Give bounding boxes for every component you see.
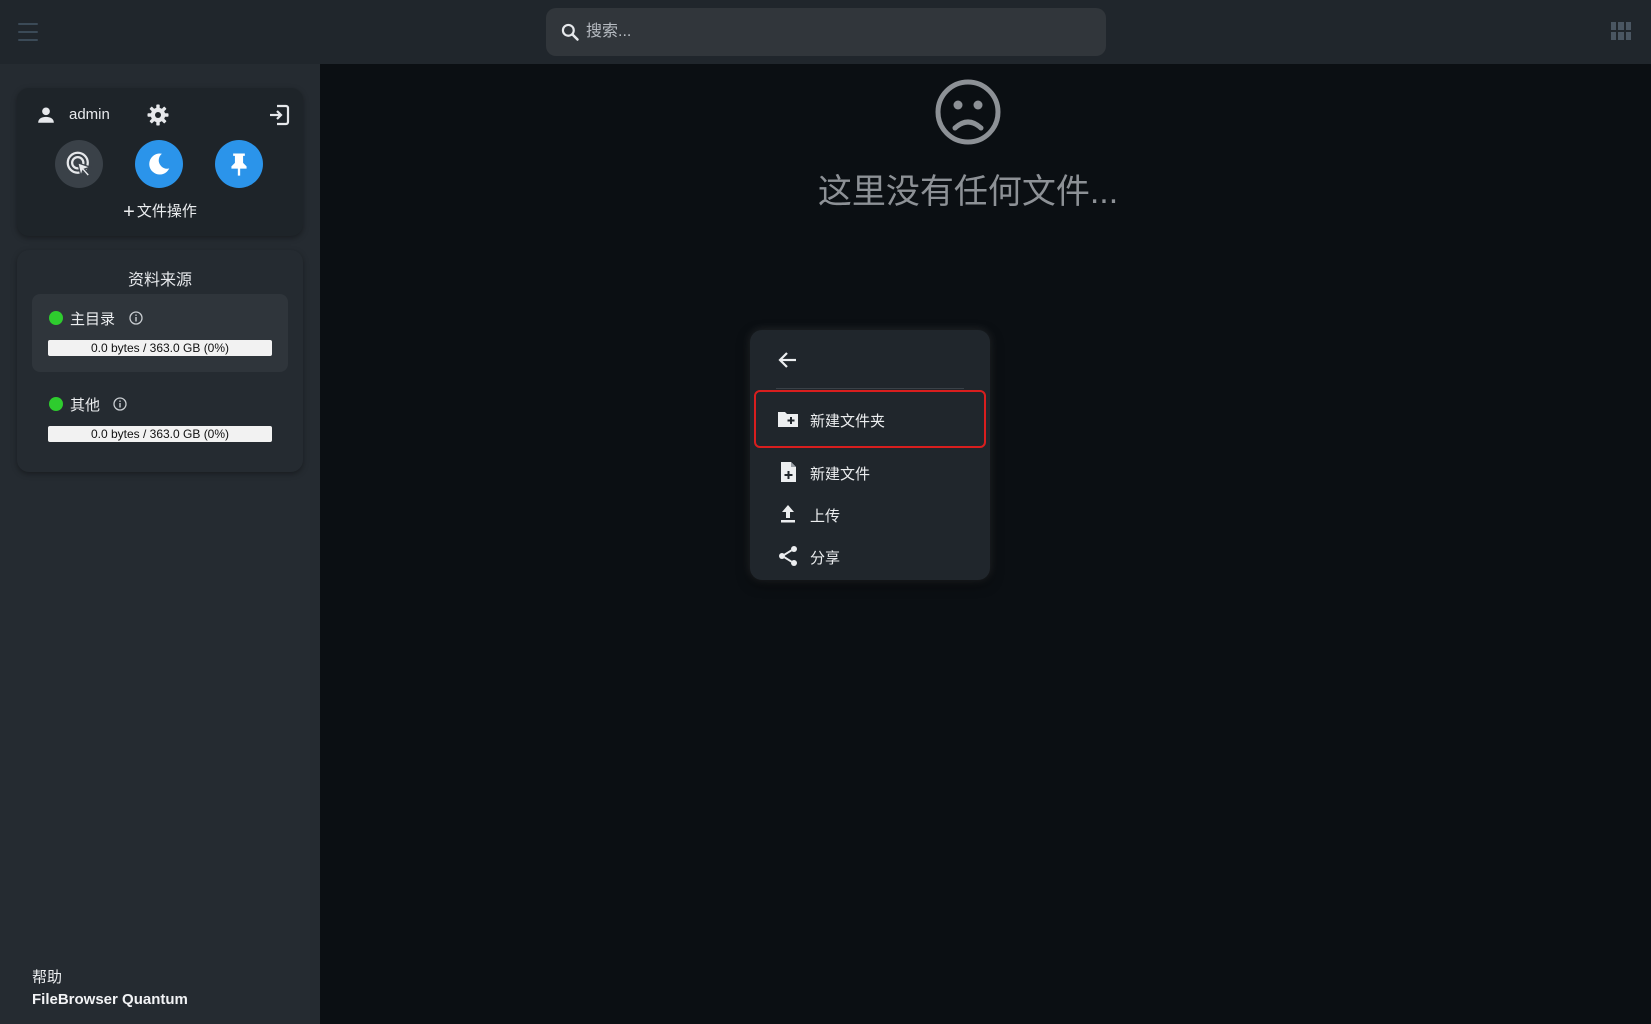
pin-sidebar-button[interactable] <box>215 140 263 188</box>
menu-item-label: 分享 <box>810 550 841 567</box>
search-icon <box>561 23 579 41</box>
grid-view-icon[interactable] <box>1611 22 1631 40</box>
search-input[interactable] <box>584 22 1064 42</box>
share-icon <box>779 546 797 566</box>
menu-divider <box>776 388 964 389</box>
file-operations-menu: 新建文件夹 新建文件 上传 分享 <box>750 330 990 580</box>
usage-bar: 0.0 bytes / 363.0 GB (0%) <box>48 426 272 442</box>
help-link[interactable]: 帮助 <box>32 966 62 987</box>
menu-item-new-folder[interactable]: 新建文件夹 <box>754 390 986 448</box>
file-operations-label: 文件操作 <box>136 203 197 220</box>
upload-icon <box>781 505 795 523</box>
source-item-home[interactable]: 主目录 0.0 bytes / 363.0 GB (0%) <box>32 294 288 372</box>
sad-face-icon <box>935 79 1001 145</box>
top-bar <box>0 0 1651 64</box>
logout-icon[interactable] <box>267 103 291 127</box>
source-item-other[interactable]: 其他 0.0 bytes / 363.0 GB (0%) <box>32 380 288 458</box>
arrow-back-icon[interactable] <box>776 348 800 372</box>
usage-text: 0.0 bytes / 363.0 GB (0%) <box>90 341 230 355</box>
plus-icon: + <box>123 201 135 223</box>
status-dot <box>49 397 63 411</box>
touch-click-icon <box>66 151 93 179</box>
empty-state-message: 这里没有任何文件... <box>817 173 1119 211</box>
create-new-folder-icon <box>778 412 798 427</box>
info-icon[interactable] <box>128 310 144 326</box>
menu-item-label: 新建文件 <box>810 466 871 483</box>
usage-bar: 0.0 bytes / 363.0 GB (0%) <box>48 340 272 356</box>
sources-card: 资料来源 主目录 0.0 bytes / 363.0 GB (0%) 其他 0.… <box>17 250 303 472</box>
menu-item-new-file[interactable]: 新建文件 <box>756 452 984 492</box>
user-row: admin <box>35 102 291 128</box>
usage-text: 0.0 bytes / 363.0 GB (0%) <box>90 427 230 441</box>
sidebar: admin + 文件操作 资料来源 主目录 0.0 bytes / 363.0 … <box>0 64 320 1024</box>
username: admin <box>69 106 110 123</box>
hamburger-menu-icon[interactable] <box>16 20 40 44</box>
menu-item-share[interactable]: 分享 <box>756 536 984 576</box>
source-name: 主目录 <box>70 311 116 328</box>
sources-title: 资料来源 <box>127 272 192 289</box>
status-dot <box>49 311 63 325</box>
source-name: 其他 <box>70 397 101 414</box>
menu-item-label: 上传 <box>810 508 841 525</box>
search-bar[interactable] <box>546 8 1106 56</box>
menu-item-upload[interactable]: 上传 <box>756 494 984 534</box>
user-card: admin + 文件操作 <box>17 88 303 236</box>
info-icon[interactable] <box>112 396 128 412</box>
note-add-icon <box>781 462 796 482</box>
person-icon <box>38 107 54 123</box>
click-mode-button[interactable] <box>55 140 103 188</box>
app-name: FileBrowser Quantum <box>32 991 188 1008</box>
dark-mode-button[interactable] <box>135 140 183 188</box>
pin-icon <box>231 153 247 176</box>
menu-item-label: 新建文件夹 <box>810 413 886 430</box>
gear-icon[interactable] <box>146 103 170 127</box>
file-operations-button[interactable]: + 文件操作 <box>17 200 303 224</box>
moon-icon <box>149 153 170 175</box>
